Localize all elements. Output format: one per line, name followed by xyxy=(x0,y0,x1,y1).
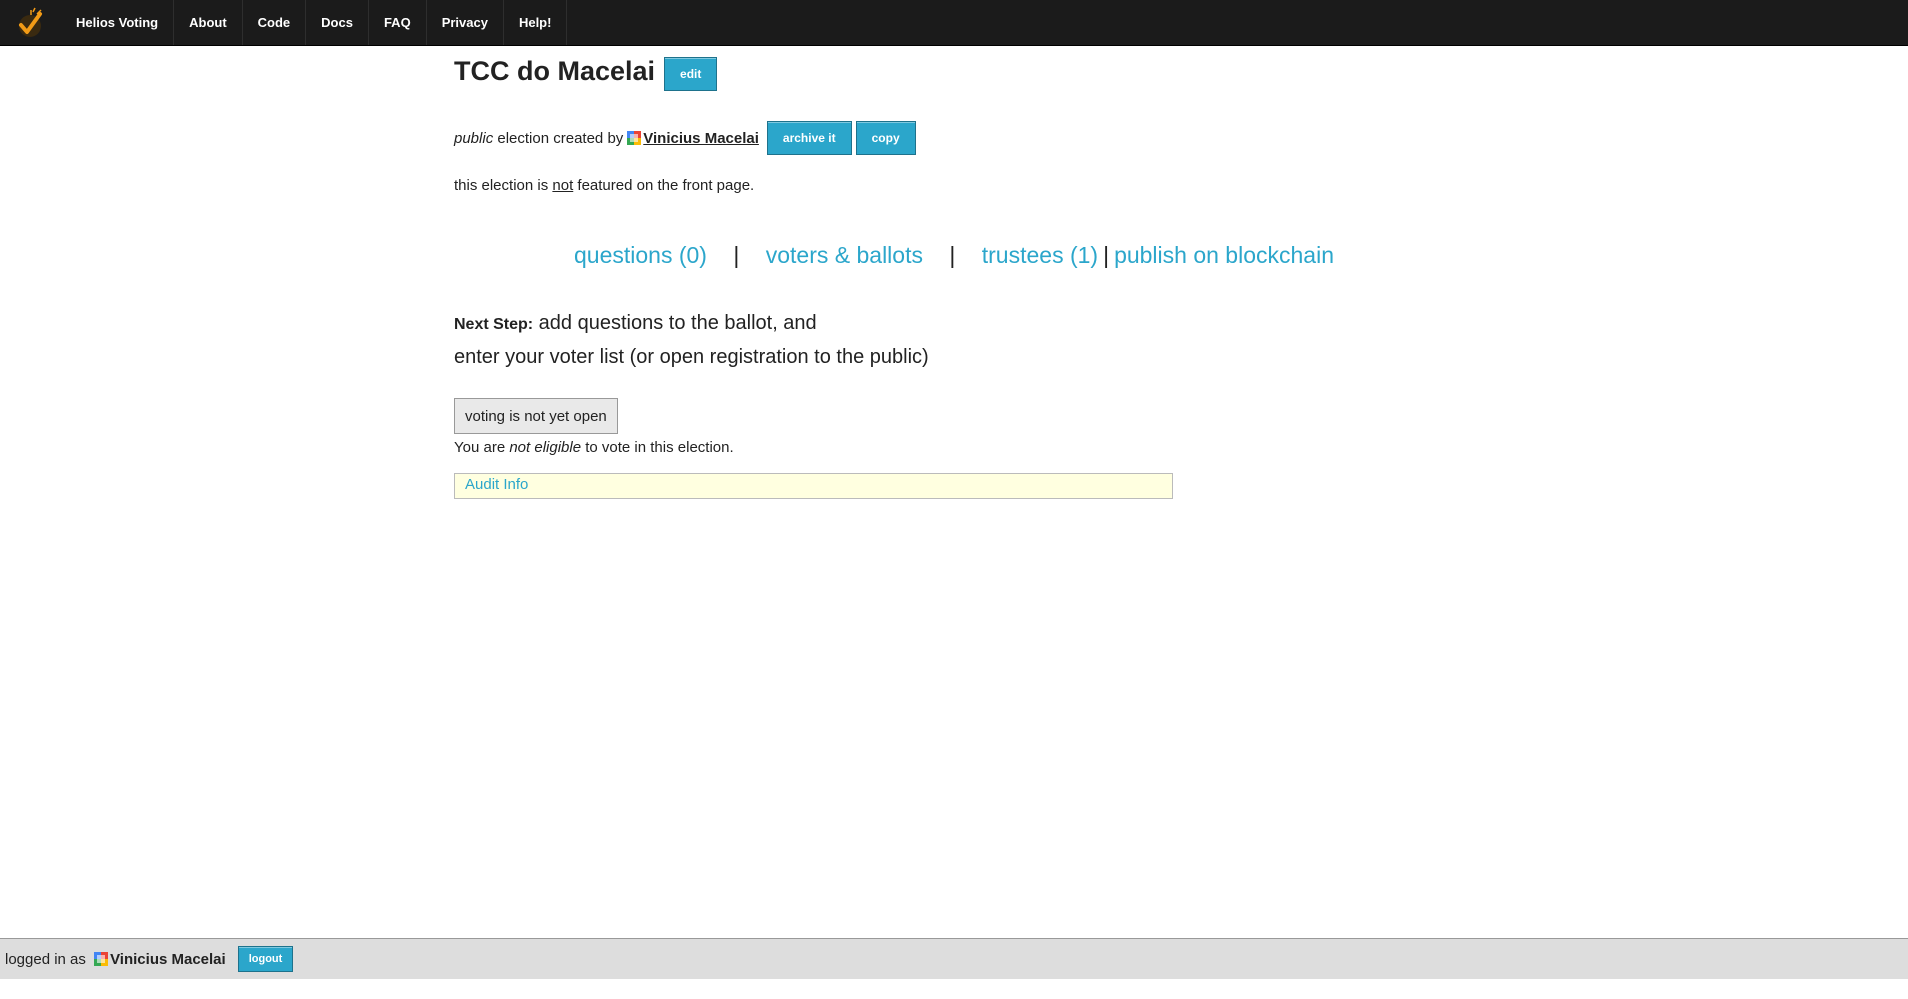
nav-docs-link[interactable]: Docs xyxy=(306,0,369,45)
next-step-line1: add questions to the ballot, and xyxy=(533,312,817,334)
eligible-suffix: to vote in this election. xyxy=(581,439,734,456)
next-step-line2: enter your voter list (or open registrat… xyxy=(454,346,929,368)
audit-info-panel: Audit Info xyxy=(454,473,1173,499)
tab-trustees[interactable]: trustees (1) xyxy=(982,242,1098,268)
created-by-row: public election created by Vinicius Mace… xyxy=(454,121,1454,155)
next-step-label: Next Step: xyxy=(454,316,534,333)
featured-status: this election is not featured on the fro… xyxy=(454,177,1454,194)
logged-in-prefix: logged in as xyxy=(5,950,91,968)
tab-questions[interactable]: questions (0) xyxy=(574,242,707,268)
google-icon xyxy=(94,952,109,966)
nav-help-link[interactable]: Help! xyxy=(504,0,568,45)
tab-separator: | xyxy=(949,242,956,268)
nav-code-link[interactable]: Code xyxy=(243,0,307,45)
tab-voters-ballots[interactable]: voters & ballots xyxy=(766,242,923,268)
google-icon xyxy=(627,131,642,145)
tab-separator: | xyxy=(733,242,740,268)
nav-about-link[interactable]: About xyxy=(174,0,243,45)
featured-not: not xyxy=(552,177,574,194)
logout-button[interactable]: logout xyxy=(237,946,294,972)
next-step-instructions: Next Step: add questions to the ballot, … xyxy=(454,307,929,374)
featured-prefix: this election is xyxy=(454,177,553,194)
audit-info-link[interactable]: Audit Info xyxy=(465,476,528,493)
title-row: TCC do Macelai edit xyxy=(454,51,1454,91)
copy-button[interactable]: copy xyxy=(855,121,916,155)
created-by-text: election created by xyxy=(493,129,624,147)
eligible-prefix: You are xyxy=(454,439,510,456)
eligible-em: not eligible xyxy=(509,439,582,456)
footer-bar: logged in as Vinicius Macelai logout xyxy=(0,938,1908,979)
helios-logo-icon[interactable] xyxy=(0,0,60,45)
election-title: TCC do Macelai xyxy=(454,55,656,86)
nav-home-link[interactable]: Helios Voting xyxy=(60,0,175,45)
tab-separator: | xyxy=(1103,242,1110,268)
edit-button[interactable]: edit xyxy=(664,57,718,91)
election-tabs: questions (0) | voters & ballots | trust… xyxy=(574,242,1334,269)
featured-suffix: featured on the front page. xyxy=(573,177,755,194)
nav-privacy-link[interactable]: Privacy xyxy=(427,0,504,45)
election-visibility: public xyxy=(454,129,494,147)
nav-faq-link[interactable]: FAQ xyxy=(369,0,427,45)
voting-status-box: voting is not yet open xyxy=(454,398,618,434)
eligibility-text: You are not eligible to vote in this ele… xyxy=(454,439,734,456)
top-nav-bar: Helios Voting About Code Docs FAQ Privac… xyxy=(0,0,1908,46)
archive-button[interactable]: archive it xyxy=(766,121,852,155)
creator-link[interactable]: Vinicius Macelai xyxy=(643,130,759,147)
tab-publish-blockchain[interactable]: publish on blockchain xyxy=(1114,242,1334,268)
main-content: TCC do Macelai edit public election crea… xyxy=(454,45,1454,499)
logged-in-user: Vinicius Macelai xyxy=(110,950,226,968)
